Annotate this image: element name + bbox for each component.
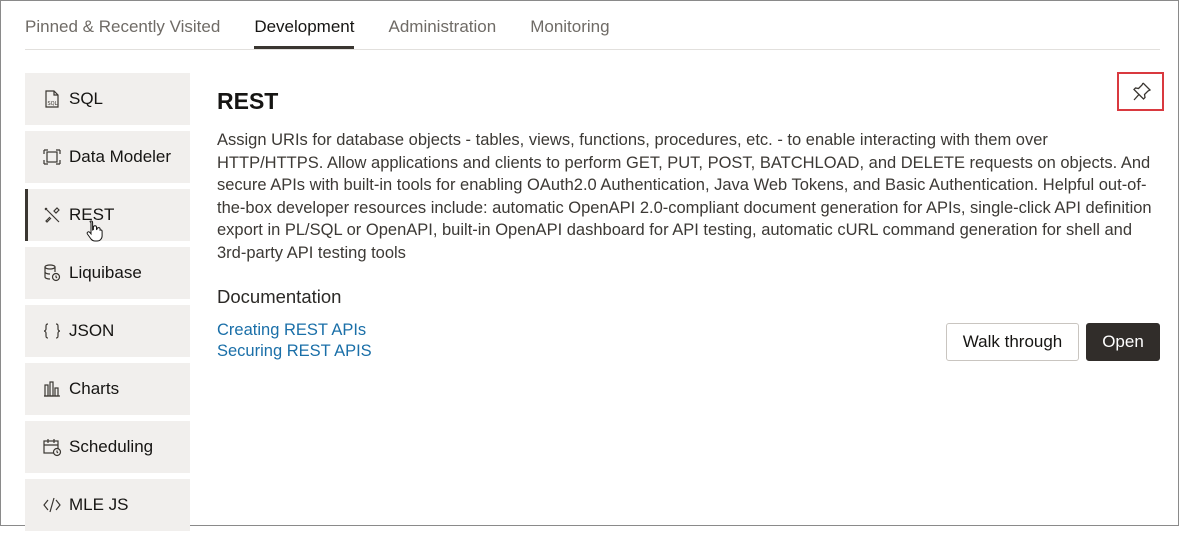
sidebar-item-mle-js[interactable]: MLE JS: [25, 479, 190, 531]
sidebar-item-label: Charts: [69, 379, 120, 398]
sidebar-item-sql[interactable]: SQL SQL: [25, 73, 190, 125]
pin-icon: [1132, 82, 1151, 100]
tab-bar: Pinned & Recently Visited Development Ad…: [25, 0, 1160, 50]
sidebar-item-label: JSON: [69, 321, 115, 340]
tab-development[interactable]: Development: [254, 0, 355, 49]
pin-button[interactable]: [1117, 72, 1164, 111]
main-panel: REST Assign URIs for database objects - …: [217, 85, 1160, 362]
sidebar-item-data-modeler[interactable]: Data Modeler: [25, 131, 190, 183]
documentation-heading: Documentation: [217, 285, 342, 307]
sidebar-item-label: Data Modeler: [69, 147, 172, 166]
database-icon: [41, 262, 63, 284]
hand-cursor-icon: [86, 220, 103, 242]
sidebar-item-charts[interactable]: Charts: [25, 363, 190, 415]
tab-monitoring[interactable]: Monitoring: [530, 0, 609, 48]
calendar-clock-icon: [41, 436, 63, 458]
sql-file-icon: SQL: [41, 88, 63, 110]
description-text: Assign URIs for database objects - table…: [217, 131, 1152, 262]
sidebar-item-rest[interactable]: REST: [25, 189, 190, 242]
sidebar-item-scheduling[interactable]: Scheduling: [25, 421, 190, 473]
walk-through-button[interactable]: Walk through: [946, 323, 1079, 361]
sidebar-item-label: Scheduling: [69, 437, 154, 456]
tools-icon: [41, 204, 63, 226]
sidebar-item-label: SQL: [69, 89, 104, 108]
braces-icon: [41, 320, 63, 342]
code-icon: [41, 494, 63, 516]
sidebar-item-json[interactable]: JSON: [25, 305, 190, 357]
tab-pinned-recently-visited[interactable]: Pinned & Recently Visited: [25, 0, 220, 48]
action-buttons: Walk through Open: [946, 323, 1160, 361]
page-title: REST: [217, 88, 279, 114]
tab-administration[interactable]: Administration: [388, 0, 496, 48]
sidebar-item-label: MLE JS: [69, 495, 129, 514]
data-modeler-icon: [41, 146, 63, 168]
sidebar-item-label: Liquibase: [69, 263, 142, 282]
sidebar: SQL SQL Data Modeler REST Liquibase JSON…: [25, 73, 190, 537]
open-button[interactable]: Open: [1086, 323, 1160, 361]
bar-chart-icon: [41, 378, 63, 400]
svg-text:SQL: SQL: [48, 101, 58, 107]
sidebar-item-liquibase[interactable]: Liquibase: [25, 247, 190, 299]
